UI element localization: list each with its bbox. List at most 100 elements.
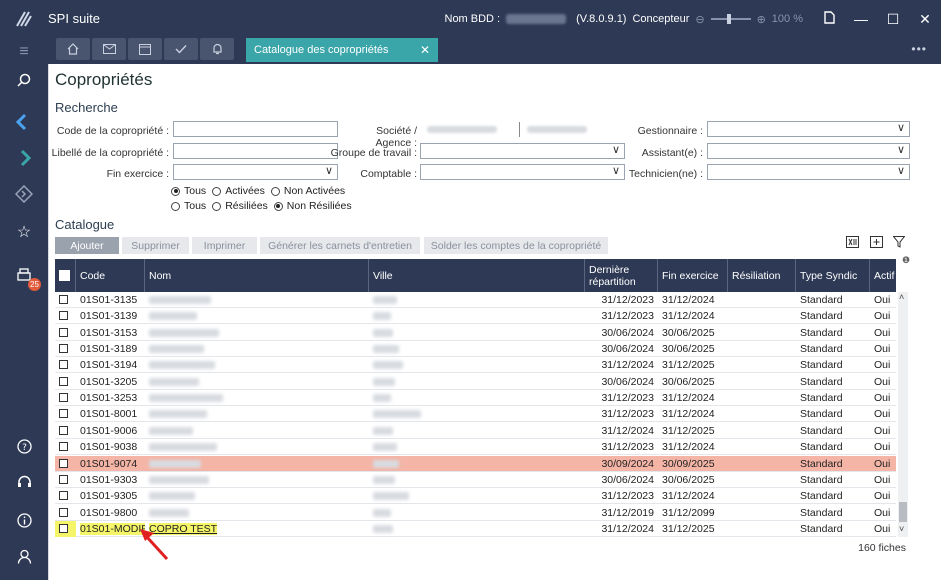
nav-back-icon[interactable] (0, 108, 48, 136)
tab-close-icon[interactable]: ✕ (420, 43, 430, 57)
scroll-up-icon[interactable]: ˄ (899, 292, 904, 302)
row-checkbox[interactable] (59, 425, 68, 435)
table-row[interactable]: 01S01-3194 31/12/2024 31/12/2025 Standard Ou… (55, 357, 896, 374)
user-profile-icon[interactable] (0, 542, 48, 570)
scroll-down-icon[interactable]: ˅ (899, 524, 904, 534)
assistant-select[interactable]: ∨ (707, 143, 910, 159)
row-checkbox[interactable] (59, 311, 68, 321)
search-icon[interactable] (0, 66, 48, 94)
row-checkbox[interactable] (59, 507, 68, 517)
table-row[interactable]: 01S01-9006 31/12/2024 31/12/2025 Standard Ou… (55, 423, 896, 439)
table-row[interactable]: 01S01-3135 31/12/2023 31/12/2024 Standard Ou… (55, 292, 896, 308)
notifications-tab-button[interactable] (200, 38, 234, 60)
settle-accounts-button[interactable]: Solder les comptes de la copropriété (424, 237, 608, 254)
table-row[interactable]: 01S01-MODIF COPRO TEST 31/12/2024 31/12/202… (55, 520, 896, 537)
radio-resiliation-not-resiliated[interactable] (273, 201, 283, 211)
document-icon[interactable] (813, 11, 845, 27)
cell-resiliation (728, 472, 796, 488)
info-icon[interactable] (0, 506, 48, 534)
tab-catalogue-coproprietes[interactable]: Catalogue des copropriétés ✕ (246, 38, 438, 62)
gestionnaire-select[interactable]: ∨ (707, 121, 910, 137)
radio-resiliation-resiliated[interactable] (212, 201, 222, 211)
row-checkbox[interactable] (59, 474, 68, 484)
zoom-slider[interactable] (710, 14, 751, 24)
zoom-out-icon[interactable]: ⊖ (695, 13, 704, 26)
generate-logbooks-button[interactable]: Générer les carnets d'entretien (260, 237, 420, 254)
table-row[interactable]: 01S01-9038 31/12/2023 31/12/2024 Standard Ou… (55, 439, 896, 456)
fin-exercice-select[interactable]: ∨ (173, 164, 338, 180)
row-checkbox[interactable] (59, 523, 68, 533)
cell-city (369, 390, 585, 406)
header-city[interactable]: Ville (369, 259, 585, 292)
cell-code: 01S01-3139 (76, 308, 145, 324)
table-row[interactable]: 01S01-3253 31/12/2023 31/12/2024 Standard Ou… (55, 390, 896, 407)
radio-resiliation-all[interactable] (171, 201, 180, 211)
header-actif[interactable]: Actif (870, 259, 896, 292)
comptable-select[interactable]: ∨ (420, 164, 625, 180)
row-checkbox[interactable] (59, 376, 68, 386)
radio-activation-active[interactable] (212, 186, 222, 196)
star-icon[interactable]: ☆ (0, 218, 48, 246)
row-checkbox[interactable] (59, 327, 68, 337)
header-type-syndic[interactable]: Type Syndic (796, 259, 870, 292)
cell-fin-exercice: 31/12/2099 (658, 505, 728, 521)
printer-icon[interactable]: 25 (0, 262, 48, 291)
table-row[interactable]: 01S01-9303 30/06/2024 30/06/2025 Standard Ou… (55, 472, 896, 488)
print-button[interactable]: Imprimer (192, 237, 257, 254)
table-row[interactable]: 01S01-9074 30/09/2024 30/09/2025 Standard Ou… (55, 455, 896, 472)
row-checkbox[interactable] (59, 393, 68, 403)
close-window-button[interactable]: ✕ (909, 11, 941, 28)
add-button[interactable]: Ajouter (55, 237, 119, 254)
row-checkbox[interactable] (59, 442, 68, 452)
export-excel-icon[interactable] (846, 236, 859, 251)
radio-activation-inactive[interactable] (270, 186, 280, 196)
print-queue-badge: 25 (28, 278, 41, 291)
add-column-icon[interactable] (870, 236, 883, 251)
table-row[interactable]: 01S01-3205 30/06/2024 30/06/2025 Standard Ou… (55, 374, 896, 390)
zoom-in-icon[interactable]: ⊕ (757, 13, 766, 26)
scrollbar-thumb[interactable] (899, 502, 907, 522)
help-icon[interactable]: ? (0, 432, 48, 460)
minimize-button[interactable]: — (845, 11, 877, 27)
grid-scrollbar[interactable]: ˄ ˅ (898, 292, 908, 537)
header-resiliation[interactable]: Résiliation (728, 259, 796, 292)
table-row[interactable]: 01S01-9800 31/12/2019 31/12/2099 Standard Ou… (55, 505, 896, 521)
radio-activation-all[interactable] (171, 186, 180, 196)
more-options-icon[interactable]: ••• (911, 42, 927, 56)
calendar-tab-button[interactable] (128, 38, 162, 60)
mail-tab-button[interactable] (92, 38, 126, 60)
header-code[interactable]: Code (76, 259, 145, 292)
header-name[interactable]: Nom (145, 259, 369, 292)
table-row[interactable]: 01S01-3153 30/06/2024 30/06/2025 Standard Ou… (55, 325, 896, 341)
row-checkbox[interactable] (59, 491, 68, 501)
delete-button[interactable]: Supprimer (122, 237, 189, 254)
header-select-all[interactable] (55, 259, 76, 292)
zoom-slider-thumb[interactable] (726, 14, 731, 24)
row-checkbox[interactable] (59, 458, 68, 468)
search-section-title: Recherche (55, 100, 118, 115)
table-row[interactable]: 01S01-3189 30/06/2024 30/06/2025 Standard Ou… (55, 341, 896, 358)
maximize-button[interactable]: ☐ (877, 11, 909, 28)
select-all-checkbox[interactable] (59, 270, 70, 281)
home-tab-button[interactable] (56, 38, 90, 60)
table-row[interactable]: 01S01-3139 31/12/2023 31/12/2024 Standard Ou… (55, 308, 896, 325)
diamond-nav-icon[interactable] (0, 180, 48, 208)
row-checkbox[interactable] (59, 344, 68, 354)
tasks-tab-button[interactable] (164, 38, 198, 60)
libelle-input[interactable] (173, 143, 338, 159)
table-row[interactable]: 01S01-8001 31/12/2023 31/12/2024 Standard Ou… (55, 406, 896, 423)
row-checkbox[interactable] (59, 295, 68, 304)
hamburger-menu-icon[interactable]: ≡ (0, 38, 48, 66)
cell-actif: Oui (870, 374, 896, 390)
header-last-repartition[interactable]: Dernière répartition (585, 259, 658, 292)
row-checkbox[interactable] (59, 360, 68, 370)
header-fin-exercice[interactable]: Fin exercice (658, 259, 728, 292)
nav-forward-icon[interactable] (0, 144, 48, 172)
support-headset-icon[interactable] (0, 468, 48, 496)
code-input[interactable] (173, 121, 338, 137)
table-row[interactable]: 01S01-9305 31/12/2023 31/12/2024 Standard Ou… (55, 488, 896, 505)
technicien-select[interactable]: ∨ (707, 164, 910, 180)
groupe-select[interactable]: ∨ (420, 143, 625, 159)
filter-icon[interactable] (892, 236, 906, 251)
row-checkbox[interactable] (59, 409, 68, 419)
